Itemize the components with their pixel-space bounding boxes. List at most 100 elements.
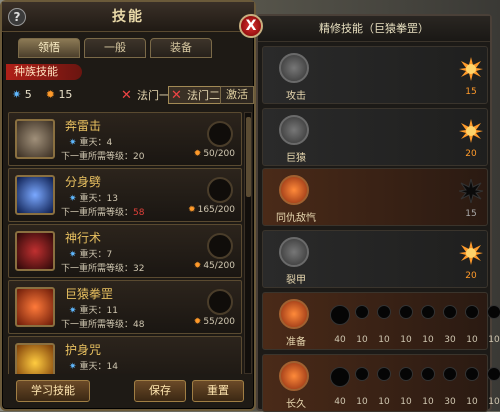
refine-row[interactable]: 攻击 15 bbox=[262, 46, 488, 104]
skill-requirement: 下一重所需等级：48 bbox=[61, 317, 144, 330]
refine-node[interactable]: 10 bbox=[461, 367, 483, 407]
refine-node[interactable]: 10 bbox=[373, 367, 395, 407]
skill-row[interactable]: 奔雷击 ✷ 重天：4 下一重所需等级：20 ✹ 50/200 bbox=[8, 112, 242, 166]
refine-row[interactable]: 准备 40 10 10 10 10 30 10 10 bbox=[262, 292, 500, 350]
skill-list: 奔雷击 ✷ 重天：4 下一重所需等级：20 ✹ 50/200 分身劈 ✷ 重天：13 … bbox=[8, 112, 244, 374]
refine-node[interactable]: 10 bbox=[483, 367, 500, 407]
path-two-label: 法门二 bbox=[187, 89, 220, 102]
req-value: 32 bbox=[133, 264, 145, 274]
reset-button[interactable]: 重置 bbox=[192, 380, 244, 402]
help-icon[interactable]: ? bbox=[8, 8, 26, 26]
node-value: 40 bbox=[334, 397, 346, 407]
refine-skill-icon[interactable] bbox=[279, 237, 309, 267]
req-label: 下一重所需等级： bbox=[61, 208, 134, 218]
refine-node[interactable]: 30 bbox=[439, 305, 461, 345]
node-dot-icon bbox=[443, 305, 457, 319]
node-value: 10 bbox=[466, 335, 478, 345]
refine-node[interactable]: 10 bbox=[417, 367, 439, 407]
node-value: 10 bbox=[488, 397, 500, 407]
node-dot-icon bbox=[355, 305, 369, 319]
refine-skill-name: 同仇敌忾 bbox=[276, 213, 316, 224]
close-icon[interactable]: X bbox=[239, 14, 263, 38]
path-one-button[interactable]: ✕ 法门一 bbox=[118, 86, 175, 104]
sun-value: 20 bbox=[465, 149, 477, 159]
node-dot-icon bbox=[330, 367, 350, 387]
node-dot-icon bbox=[465, 367, 479, 381]
refine-node[interactable]: 10 bbox=[351, 305, 373, 345]
skill-level: ✷ 重天：14 bbox=[69, 359, 118, 372]
learn-skill-button[interactable]: 学习技能 bbox=[16, 380, 90, 402]
skill-name: 分身劈 bbox=[65, 175, 102, 189]
refine-node[interactable]: 10 bbox=[351, 367, 373, 407]
skill-slot[interactable] bbox=[207, 233, 233, 259]
node-dot-icon bbox=[443, 367, 457, 381]
skill-name: 护身咒 bbox=[65, 343, 102, 357]
refine-skill-icon[interactable] bbox=[279, 361, 309, 391]
refine-node[interactable]: 10 bbox=[483, 305, 500, 345]
skill-level: ✷ 重天：7 bbox=[69, 247, 112, 260]
refine-node[interactable]: 10 bbox=[373, 305, 395, 345]
refine-skills-panel: 精修技能（巨猿拳罡） 攻击 15 巨猿 20 同仇敌忾 15 裂甲 20 准备 40 10 10 10 1… bbox=[256, 14, 500, 412]
sun-value: 20 bbox=[465, 271, 477, 281]
node-dot-icon bbox=[377, 305, 391, 319]
skill-xp-text: 50/200 bbox=[203, 149, 235, 159]
refine-skill-icon[interactable] bbox=[279, 299, 309, 329]
tab-bar: 领悟 一般 装备 bbox=[18, 38, 212, 58]
sun-value: 15 bbox=[465, 209, 477, 219]
lit-sun-icon[interactable] bbox=[459, 241, 483, 265]
path-two-button[interactable]: ✕ 法门二 bbox=[168, 86, 225, 104]
skill-xp: ✹ 50/200 bbox=[194, 149, 235, 159]
refine-skill-icon[interactable] bbox=[279, 175, 309, 205]
save-button[interactable]: 保存 bbox=[134, 380, 186, 402]
point-counts: ✷ 5 ✹ 15 bbox=[12, 88, 72, 101]
skill-row[interactable]: 巨猿拳罡 ✷ 重天：11 下一重所需等级：48 ✹ 55/200 bbox=[8, 280, 242, 334]
skill-name: 神行术 bbox=[65, 231, 102, 245]
refine-skill-icon[interactable] bbox=[279, 53, 309, 83]
skill-requirement: 下一重所需等级：20 bbox=[61, 149, 144, 162]
refine-skill-name: 准备 bbox=[286, 337, 306, 348]
node-value: 10 bbox=[356, 335, 368, 345]
refine-node[interactable]: 40 bbox=[329, 305, 351, 345]
refine-row[interactable]: 裂甲 20 bbox=[262, 230, 488, 288]
skill-slot[interactable] bbox=[207, 121, 233, 147]
refine-row[interactable]: 同仇敌忾 15 bbox=[262, 168, 488, 226]
skill-row[interactable]: 护身咒 ✷ 重天：14 bbox=[8, 336, 242, 374]
skill-level: ✷ 重天：13 bbox=[69, 191, 118, 204]
refine-node[interactable]: 10 bbox=[417, 305, 439, 345]
sun-value: 15 bbox=[465, 87, 477, 97]
skill-list-scrollbar[interactable] bbox=[244, 112, 252, 374]
dark-sun-icon[interactable] bbox=[458, 178, 484, 204]
refine-skill-name: 巨猿 bbox=[286, 153, 306, 164]
scrollbar-thumb[interactable] bbox=[246, 117, 251, 197]
skill-row[interactable]: 分身劈 ✷ 重天：13 下一重所需等级：58 ✹ 165/200 bbox=[8, 168, 242, 222]
refine-skill-icon[interactable] bbox=[279, 115, 309, 145]
tab-general[interactable]: 一般 bbox=[84, 38, 146, 58]
skill-level: ✷ 重天：4 bbox=[69, 135, 112, 148]
skills-panel: 技能 ? 领悟 一般 装备 种族技能 ✷ 5 ✹ 15 ✕ 法门一 ✕ 法门二 … bbox=[0, 0, 256, 411]
orange-sun-icon: ✹ bbox=[45, 88, 55, 101]
node-dot-icon bbox=[399, 305, 413, 319]
refine-node[interactable]: 10 bbox=[395, 367, 417, 407]
tab-comprehend[interactable]: 领悟 bbox=[18, 38, 80, 58]
skill-icon bbox=[15, 119, 55, 159]
node-value: 10 bbox=[356, 397, 368, 407]
activate-button[interactable]: 激活 bbox=[220, 86, 254, 104]
refine-node[interactable]: 40 bbox=[329, 367, 351, 407]
refine-row[interactable]: 长久 40 10 10 10 10 30 10 10 bbox=[262, 354, 500, 412]
node-value: 10 bbox=[400, 397, 412, 407]
node-value: 10 bbox=[422, 335, 434, 345]
lit-sun-icon[interactable] bbox=[459, 119, 483, 143]
refine-node[interactable]: 10 bbox=[461, 305, 483, 345]
tab-equipment[interactable]: 装备 bbox=[150, 38, 212, 58]
skill-row[interactable]: 神行术 ✷ 重天：7 下一重所需等级：32 ✹ 45/200 bbox=[8, 224, 242, 278]
refine-node[interactable]: 10 bbox=[395, 305, 417, 345]
skill-slot[interactable] bbox=[207, 177, 233, 203]
crossed-swords-icon: ✕ bbox=[171, 88, 182, 103]
skill-slot[interactable] bbox=[207, 289, 233, 315]
skill-level-text: 重天：4 bbox=[79, 138, 113, 148]
skill-xp: ✹ 45/200 bbox=[194, 261, 235, 271]
skill-level-text: 重天：13 bbox=[79, 194, 118, 204]
lit-sun-icon[interactable] bbox=[459, 57, 483, 81]
refine-node[interactable]: 30 bbox=[439, 367, 461, 407]
refine-row[interactable]: 巨猿 20 bbox=[262, 108, 488, 166]
